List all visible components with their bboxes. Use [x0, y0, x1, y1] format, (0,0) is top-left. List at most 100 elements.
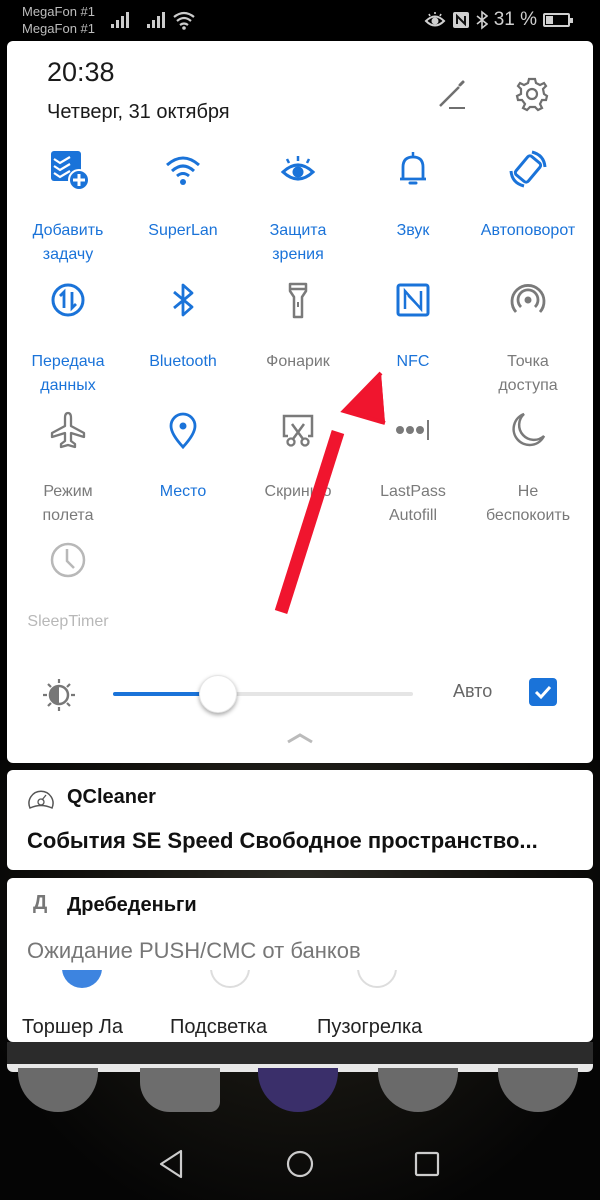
music-app-icon[interactable] — [378, 1068, 458, 1112]
auto-brightness-label: Авто — [453, 681, 493, 701]
brightness-slider-thumb[interactable] — [199, 675, 237, 713]
tile-label-line1: Bluetooth — [149, 353, 217, 370]
smart-home-widget: Торшер Ла Подсветка Пузогрелка — [7, 970, 593, 1042]
navigation-bar — [0, 1130, 600, 1200]
widget-item-label: Пузогрелка — [317, 1016, 423, 1038]
home-button[interactable] — [285, 1148, 315, 1180]
tile-label-line1: Фонарик — [266, 353, 330, 370]
speedometer-icon — [28, 790, 54, 809]
tile-do-not-disturb[interactable]: Не беспокоить — [469, 408, 587, 528]
notification-body: Ожидание PUSH/CMC от банков — [27, 938, 361, 963]
moon-icon — [512, 412, 546, 447]
tile-label: NFC — [354, 350, 472, 374]
tile-superlan[interactable]: SuperLan — [124, 147, 242, 243]
signal-icon — [147, 12, 165, 28]
tile-label: Автоповорот — [469, 219, 587, 243]
nfc-icon — [396, 283, 430, 317]
tile-label: Скриншо — [239, 480, 357, 504]
tile-label-line2: зрения — [272, 246, 324, 263]
tile-label-line2: беспокоить — [485, 507, 571, 524]
tile-label: Bluetooth — [124, 350, 242, 374]
flashlight-icon — [288, 282, 308, 319]
recents-button[interactable] — [412, 1148, 442, 1180]
carrier-labels: MegaFon #1 MegaFon #1 — [22, 3, 95, 37]
eye-icon — [280, 156, 316, 181]
tile-label: SleepTimer — [9, 610, 127, 634]
socket-icon — [210, 970, 250, 988]
tile-label-line1: LastPass — [380, 483, 446, 500]
checkmark-icon — [534, 685, 552, 700]
tile-nfc[interactable]: NFC — [354, 278, 472, 374]
battery-percent: 31 % — [493, 9, 537, 30]
tile-label: Не беспокоить — [469, 480, 587, 528]
status-bar: MegaFon #1 MegaFon #1 31 % — [0, 0, 600, 40]
tile-label: Звук — [354, 219, 472, 243]
tile-flashlight[interactable]: Фонарик — [239, 278, 357, 374]
lamp-icon — [62, 970, 102, 988]
app-letter-icon: Д — [33, 892, 48, 914]
contacts-app-icon[interactable] — [140, 1068, 220, 1112]
signal-icon — [111, 12, 129, 28]
recents-icon — [414, 1151, 440, 1177]
tile-label: Точка доступа — [469, 350, 587, 398]
tile-label: Добавить задачу — [9, 219, 127, 267]
brightness-slider[interactable] — [113, 675, 413, 713]
tile-label: SuperLan — [124, 219, 242, 243]
tile-auto-rotate[interactable]: Автоповорот — [469, 147, 587, 243]
eye-comfort-icon — [424, 12, 446, 27]
widget-item-label: Подсветка — [170, 1016, 268, 1038]
notification-app-name: Дребеденьги — [67, 894, 197, 916]
tile-screenshot[interactable]: Скриншо — [239, 408, 357, 504]
notification-app-name: QCleaner — [67, 786, 156, 808]
chevron-up-icon — [287, 733, 313, 744]
airplane-icon — [50, 411, 86, 449]
tile-label-line1: Добавить — [32, 222, 104, 239]
auto-brightness-checkbox[interactable] — [529, 678, 557, 706]
notification-qcleaner[interactable]: QCleaner События SE Speed Свободное прос… — [7, 770, 593, 870]
edit-tiles-button[interactable] — [435, 76, 471, 112]
phone-app-icon[interactable] — [18, 1068, 98, 1112]
mobile-data-icon — [51, 283, 85, 317]
tile-hotspot[interactable]: Точка доступа — [469, 278, 587, 398]
tile-label-line1: Автоповорот — [480, 222, 576, 239]
tile-label: Режим полета — [9, 480, 127, 528]
tile-label-line2: задачу — [42, 246, 94, 263]
collapse-panel-button[interactable] — [285, 731, 315, 745]
tile-lastpass[interactable]: LastPass Autofill — [354, 408, 472, 528]
tile-label-line2: доступа — [498, 377, 558, 394]
tile-label: Передача данных — [9, 350, 127, 398]
settings-button[interactable] — [513, 75, 551, 113]
brightness-row: Авто — [7, 671, 593, 721]
viber-app-icon[interactable] — [258, 1068, 338, 1112]
location-icon — [169, 412, 197, 450]
status-right: 31 % — [424, 9, 573, 31]
tile-sound[interactable]: Звук — [354, 147, 472, 243]
tile-label-line1: Режим — [43, 483, 93, 500]
widget-item-label: Торшер Ла — [22, 1016, 123, 1038]
back-icon — [159, 1149, 183, 1179]
clock: 20:38 — [47, 57, 115, 87]
battery-icon — [543, 13, 573, 27]
tile-location[interactable]: Место — [124, 408, 242, 504]
tile-airplane[interactable]: Режим полета — [9, 408, 127, 528]
tile-mobile-data[interactable]: Передача данных — [9, 278, 127, 398]
tile-add-task[interactable]: Добавить задачу — [9, 147, 127, 267]
carrier-1: MegaFon #1 — [22, 4, 95, 19]
tile-bluetooth[interactable]: Bluetooth — [124, 278, 242, 374]
tile-label-line2: данных — [40, 377, 96, 394]
notification-divider — [7, 1042, 593, 1064]
mail-app-icon[interactable] — [498, 1068, 578, 1112]
tile-label-line1: SuperLan — [148, 222, 218, 239]
screenshot-icon — [282, 414, 314, 447]
gear-icon — [515, 77, 549, 112]
back-button[interactable] — [156, 1148, 186, 1180]
notification-body: События SE Speed Свободное пространство.… — [27, 828, 538, 853]
wifi-icon — [166, 156, 200, 185]
clock-icon — [50, 542, 86, 578]
tile-label-line2: Autofill — [388, 507, 438, 524]
tile-label-line1: SleepTimer — [27, 613, 109, 630]
tile-eye-comfort[interactable]: Защита зрения — [239, 147, 357, 267]
tile-label-line1: NFC — [396, 353, 430, 370]
pencil-icon — [439, 80, 465, 109]
tile-sleep-timer[interactable]: SleepTimer — [9, 538, 127, 634]
